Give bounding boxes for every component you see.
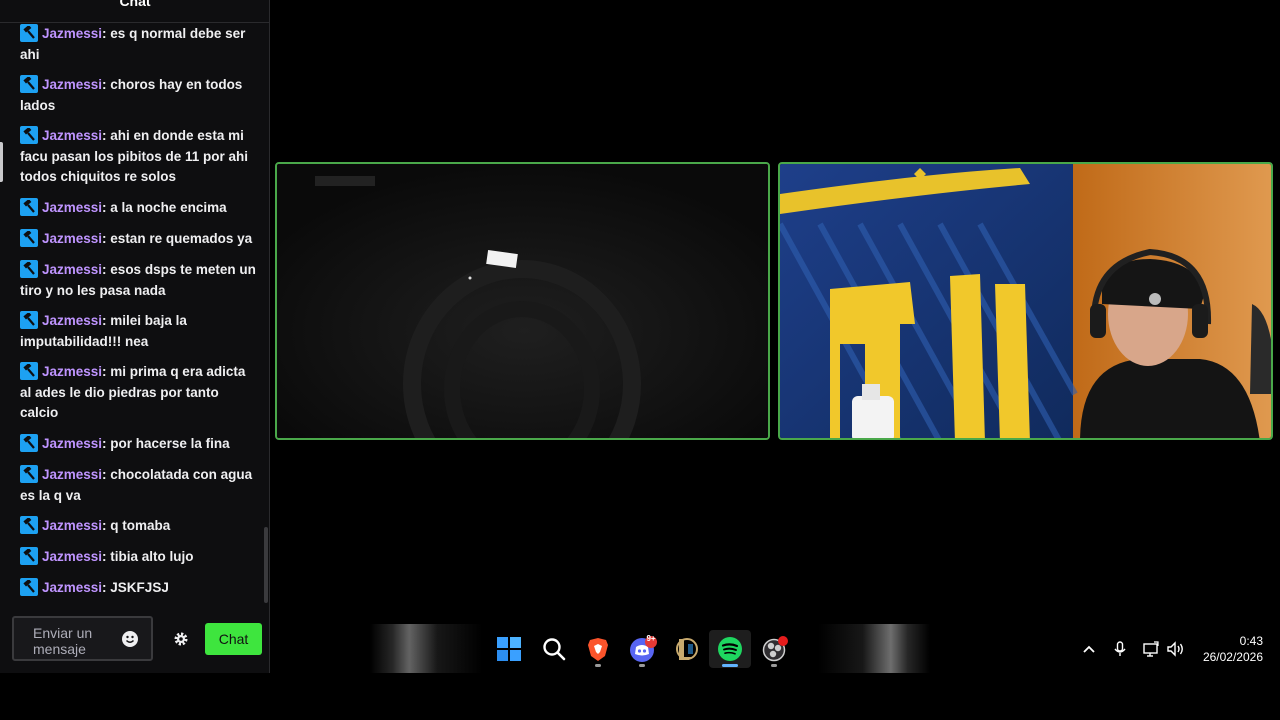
obs-studio-icon[interactable] (762, 636, 788, 662)
hammer-icon (20, 465, 38, 483)
hammer-icon (20, 198, 38, 216)
chat-text: a la noche encima (110, 200, 227, 215)
discord-icon[interactable]: 9+ (629, 634, 657, 662)
hammer-icon (20, 578, 38, 596)
league-of-legends-icon[interactable] (673, 636, 699, 662)
chevron-up-icon[interactable] (1080, 640, 1098, 658)
chat-username[interactable]: Jazmessi (42, 549, 102, 564)
speaker-icon[interactable] (1166, 640, 1184, 658)
chat-message: Jazmessi: chocolatada con agua es la q v… (20, 465, 256, 506)
brave-browser-icon[interactable] (585, 636, 611, 662)
chat-message: Jazmessi: tibia alto lujo (20, 547, 256, 568)
chat-text: tibia alto lujo (110, 549, 194, 564)
chat-title: Chat (119, 0, 151, 9)
discord-notification-badge: 9+ (646, 634, 656, 643)
chat-username[interactable]: Jazmessi (42, 128, 102, 143)
chat-scrollbar-thumb[interactable] (264, 527, 268, 603)
discord-running-indicator (639, 664, 645, 667)
hammer-icon (20, 126, 38, 144)
hammer-icon (20, 260, 38, 278)
chat-message: Jazmessi: ahi en donde esta mi facu pasa… (20, 126, 256, 188)
hammer-icon (20, 229, 38, 247)
chat-message: Jazmessi: mi prima q era adicta al ades … (20, 362, 256, 424)
chat-text: q tomaba (110, 518, 171, 533)
windows-start-icon[interactable] (496, 636, 522, 662)
chat-message: Jazmessi: por hacerse la fina (20, 434, 256, 455)
chat-text: JSKFJSJ (110, 580, 169, 595)
chat-message: Jazmessi: choros hay en todos lados (20, 75, 256, 116)
spotify-active-indicator (722, 664, 738, 667)
chat-send-button[interactable]: Chat (205, 623, 262, 655)
chat-message: Jazmessi: es q normal debe ser ahi (20, 24, 256, 65)
chat-username[interactable]: Jazmessi (42, 518, 102, 533)
video-feed-right (778, 162, 1273, 440)
chat-text: por hacerse la fina (110, 436, 230, 451)
hammer-icon (20, 516, 38, 534)
chat-text: estan re quemados ya (110, 231, 253, 246)
hammer-icon (20, 547, 38, 565)
chat-header: Chat (0, 0, 270, 23)
chat-username[interactable]: Jazmessi (42, 200, 102, 215)
chat-message: Jazmessi: JSKFJSJ (20, 578, 256, 599)
chat-username[interactable]: Jazmessi (42, 436, 102, 451)
clock-time[interactable]: 0:43 (1200, 634, 1263, 648)
chat-message: Jazmessi: a la noche encima (20, 198, 256, 219)
chat-input[interactable]: Enviar un mensaje (12, 616, 153, 661)
hammer-icon (20, 75, 38, 93)
hammer-icon (20, 434, 38, 452)
chat-username[interactable]: Jazmessi (42, 77, 102, 92)
chat-username[interactable]: Jazmessi (42, 580, 102, 595)
chat-username[interactable]: Jazmessi (42, 313, 102, 328)
chat-username[interactable]: Jazmessi (42, 231, 102, 246)
chat-panel: Chat Jazmessi: es q normal debe ser ahi J… (0, 0, 270, 673)
chat-message: Jazmessi: q tomaba (20, 516, 256, 537)
hammer-icon (20, 311, 38, 329)
hammer-icon (20, 362, 38, 380)
chat-message: Jazmessi: estan re quemados ya (20, 229, 256, 250)
spotify-icon[interactable] (709, 630, 751, 668)
chat-username[interactable]: Jazmessi (42, 262, 102, 277)
video-feed-left (275, 162, 770, 440)
chat-message: Jazmessi: milei baja la imputabilidad!!!… (20, 311, 256, 352)
obs-running-indicator (771, 664, 777, 667)
dark-room-webcam-image (277, 164, 768, 438)
emoji-picker-icon[interactable] (122, 631, 138, 647)
brave-running-indicator (595, 664, 601, 667)
search-icon[interactable] (541, 636, 567, 662)
chat-username[interactable]: Jazmessi (42, 467, 102, 482)
clock-date[interactable]: 26/02/2026 (1195, 650, 1263, 664)
chat-message-list[interactable]: Jazmessi: es q normal debe ser ahi Jazmes… (0, 22, 262, 607)
chat-username[interactable]: Jazmessi (42, 26, 102, 41)
streamer-webcam-image (780, 164, 1271, 438)
hammer-icon (20, 24, 38, 42)
chat-input-placeholder: Enviar un mensaje (33, 625, 93, 657)
chat-username[interactable]: Jazmessi (42, 364, 102, 379)
chat-settings-gear-icon[interactable] (173, 631, 189, 647)
microphone-icon[interactable] (1111, 640, 1129, 658)
chat-message: Jazmessi: esos dsps te meten un tiro y n… (20, 260, 256, 301)
network-icon[interactable] (1142, 640, 1160, 658)
